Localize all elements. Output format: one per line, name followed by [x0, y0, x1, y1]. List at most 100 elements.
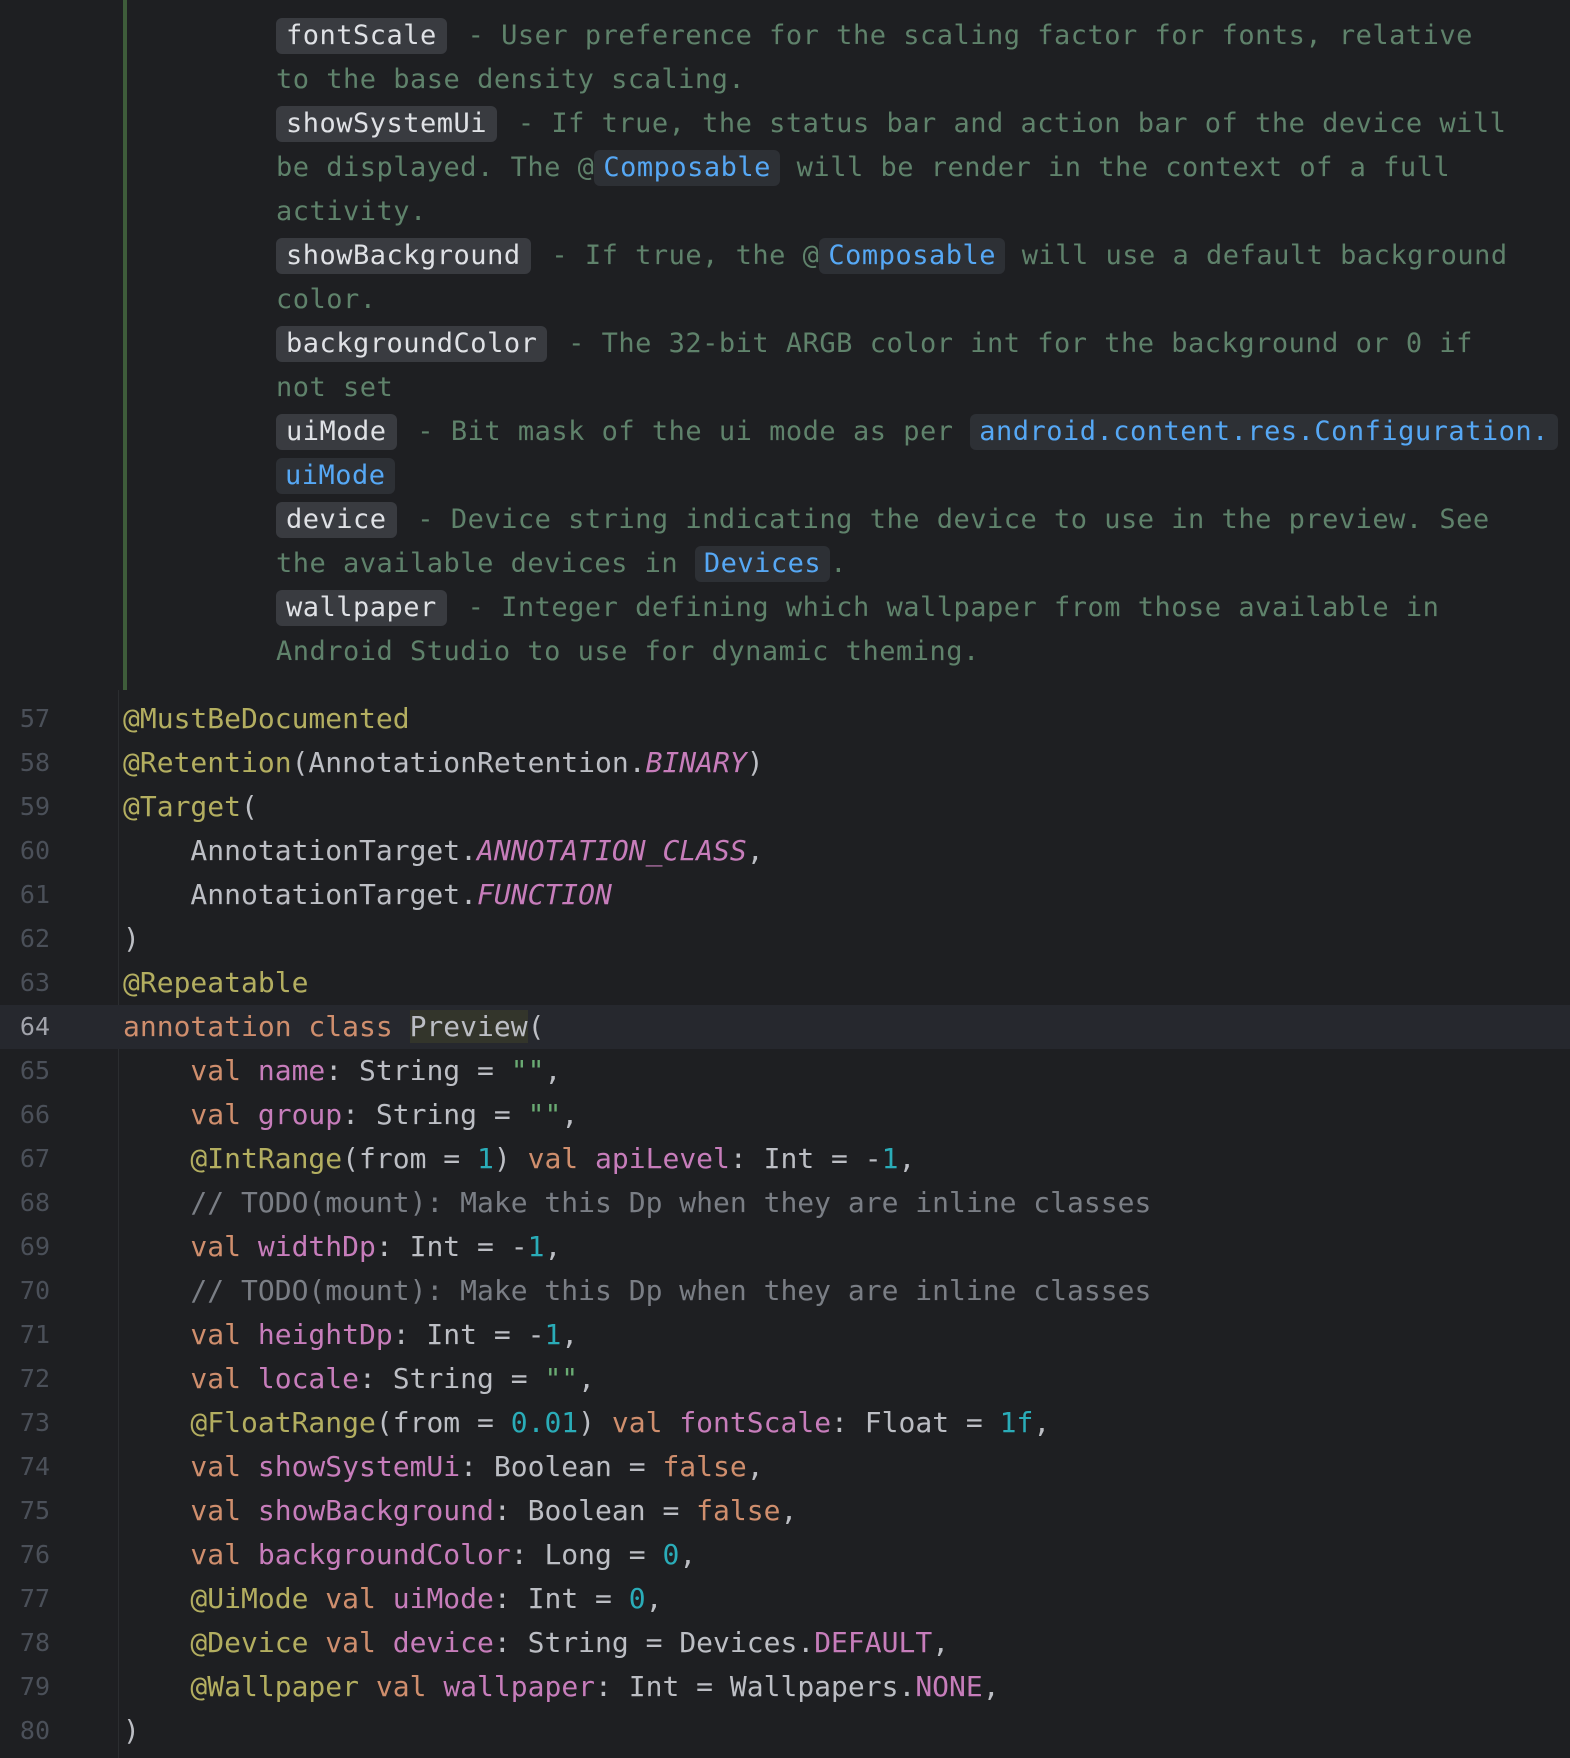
- code-text[interactable]: annotation class Preview(: [123, 1005, 544, 1049]
- line-number[interactable]: 61: [0, 873, 50, 917]
- code-text[interactable]: @IntRange(from = 1) val apiLevel: Int = …: [123, 1137, 915, 1181]
- code-line-69[interactable]: 69 val widthDp: Int = -1,: [0, 1225, 1570, 1269]
- code-text[interactable]: @FloatRange(from = 0.01) val fontScale: …: [123, 1401, 1050, 1445]
- token-plain: ,: [982, 1670, 1000, 1703]
- code-text[interactable]: val name: String = "",: [123, 1049, 561, 1093]
- code-text[interactable]: // TODO(mount): Make this Dp when they a…: [123, 1181, 1151, 1225]
- line-number[interactable]: 80: [0, 1709, 50, 1753]
- code-text[interactable]: val group: String = "",: [123, 1093, 578, 1137]
- code-line-71[interactable]: 71 val heightDp: Int = -1,: [0, 1313, 1570, 1357]
- token-plain: ): [123, 1714, 140, 1747]
- doc-text: color.: [276, 284, 377, 315]
- code-text[interactable]: val widthDp: Int = -1,: [123, 1225, 561, 1269]
- line-number[interactable]: 66: [0, 1093, 50, 1137]
- code-text[interactable]: val locale: String = "",: [123, 1357, 595, 1401]
- code-text[interactable]: ): [123, 1709, 140, 1753]
- line-number[interactable]: 79: [0, 1665, 50, 1709]
- token-plain: ,: [780, 1494, 798, 1527]
- doc-text: - Device string indicating the device to…: [400, 504, 1490, 535]
- line-number[interactable]: 64: [0, 1005, 50, 1049]
- line-number[interactable]: 71: [0, 1313, 50, 1357]
- code-text[interactable]: @Retention(AnnotationRetention.BINARY): [123, 741, 764, 785]
- line-number[interactable]: 60: [0, 829, 50, 873]
- token-plain: : Int = -: [729, 1142, 882, 1175]
- code-line-57[interactable]: 57 @MustBeDocumented: [0, 697, 1570, 741]
- token-plain: ): [123, 922, 140, 955]
- line-number[interactable]: 73: [0, 1401, 50, 1445]
- code-text[interactable]: @Repeatable: [123, 961, 308, 1005]
- token-num: 1: [544, 1318, 562, 1351]
- token-prop: heightDp: [257, 1318, 393, 1351]
- code-line-64[interactable]: 64 annotation class Preview(: [0, 1005, 1570, 1049]
- line-number[interactable]: 65: [0, 1049, 50, 1093]
- token-plain: ,: [1033, 1406, 1051, 1439]
- line-number[interactable]: 59: [0, 785, 50, 829]
- code-line-74[interactable]: 74 val showSystemUi: Boolean = false,: [0, 1445, 1570, 1489]
- doc-text: .: [830, 548, 847, 579]
- line-number[interactable]: 58: [0, 741, 50, 785]
- code-line-78[interactable]: 78 @Device val device: String = Devices.…: [0, 1621, 1570, 1665]
- doc-line-showSystemUi2: be displayed. The @ Composable will be re…: [276, 146, 1450, 190]
- line-number[interactable]: 67: [0, 1137, 50, 1181]
- code-text[interactable]: val showSystemUi: Boolean = false,: [123, 1445, 763, 1489]
- line-number[interactable]: 75: [0, 1489, 50, 1533]
- code-text[interactable]: @Wallpaper val wallpaper: Int = Wallpape…: [123, 1665, 1000, 1709]
- code-line-73[interactable]: 73 @FloatRange(from = 0.01) val fontScal…: [0, 1401, 1570, 1445]
- code-editor[interactable]: fontScale - User preference for the scal…: [0, 0, 1570, 1758]
- code-line-60[interactable]: 60 AnnotationTarget.ANNOTATION_CLASS,: [0, 829, 1570, 873]
- token-plain: ,: [898, 1142, 916, 1175]
- code-line-79[interactable]: 79 @Wallpaper val wallpaper: Int = Wallp…: [0, 1665, 1570, 1709]
- token-plain: AnnotationTarget.: [123, 834, 478, 867]
- line-number[interactable]: 69: [0, 1225, 50, 1269]
- doc-link[interactable]: android.content.res.Configuration.: [970, 414, 1558, 450]
- code-text[interactable]: val heightDp: Int = -1,: [123, 1313, 578, 1357]
- code-line-68[interactable]: 68 // TODO(mount): Make this Dp when the…: [0, 1181, 1570, 1225]
- token-prop: fontScale: [679, 1406, 832, 1439]
- line-number[interactable]: 62: [0, 917, 50, 961]
- code-line-77[interactable]: 77 @UiMode val uiMode: Int = 0,: [0, 1577, 1570, 1621]
- doc-link[interactable]: Composable: [819, 238, 1005, 274]
- code-text[interactable]: AnnotationTarget.ANNOTATION_CLASS,: [123, 829, 763, 873]
- code-text[interactable]: ): [123, 917, 140, 961]
- token-kw: val: [325, 1626, 393, 1659]
- doc-link[interactable]: Devices: [694, 546, 831, 582]
- code-text[interactable]: @UiMode val uiMode: Int = 0,: [123, 1577, 662, 1621]
- code-line-76[interactable]: 76 val backgroundColor: Long = 0,: [0, 1533, 1570, 1577]
- token-plain: ): [493, 1142, 528, 1175]
- line-number[interactable]: 78: [0, 1621, 50, 1665]
- doc-line-showSystemUi: showSystemUi - If true, the status bar a…: [276, 102, 1506, 146]
- line-number[interactable]: 63: [0, 961, 50, 1005]
- code-text[interactable]: val showBackground: Boolean = false,: [123, 1489, 797, 1533]
- code-text[interactable]: @Target(: [123, 785, 258, 829]
- code-line-58[interactable]: 58 @Retention(AnnotationRetention.BINARY): [0, 741, 1570, 785]
- token-kw: false: [662, 1450, 747, 1483]
- code-text[interactable]: // TODO(mount): Make this Dp when they a…: [123, 1269, 1151, 1313]
- code-line-59[interactable]: 59 @Target(: [0, 785, 1570, 829]
- code-line-75[interactable]: 75 val showBackground: Boolean = false,: [0, 1489, 1570, 1533]
- doc-link[interactable]: Composable: [594, 150, 780, 186]
- code-line-62[interactable]: 62): [0, 917, 1570, 961]
- token-kw: val: [123, 1450, 258, 1483]
- code-line-70[interactable]: 70 // TODO(mount): Make this Dp when the…: [0, 1269, 1570, 1313]
- code-line-67[interactable]: 67 @IntRange(from = 1) val apiLevel: Int…: [0, 1137, 1570, 1181]
- line-number[interactable]: 68: [0, 1181, 50, 1225]
- token-prop: apiLevel: [595, 1142, 730, 1175]
- code-line-65[interactable]: 65 val name: String = "",: [0, 1049, 1570, 1093]
- code-line-63[interactable]: 63 @Repeatable: [0, 961, 1570, 1005]
- line-number[interactable]: 72: [0, 1357, 50, 1401]
- code-text[interactable]: @MustBeDocumented: [123, 697, 410, 741]
- code-line-61[interactable]: 61 AnnotationTarget.FUNCTION: [0, 873, 1570, 917]
- token-cmt: // TODO(mount): Make this Dp when they a…: [123, 1274, 1152, 1307]
- line-number[interactable]: 74: [0, 1445, 50, 1489]
- code-line-80[interactable]: 80): [0, 1709, 1570, 1753]
- line-number[interactable]: 76: [0, 1533, 50, 1577]
- code-line-66[interactable]: 66 val group: String = "",: [0, 1093, 1570, 1137]
- line-number[interactable]: 70: [0, 1269, 50, 1313]
- line-number[interactable]: 77: [0, 1577, 50, 1621]
- doc-link[interactable]: uiMode: [276, 458, 395, 494]
- code-line-72[interactable]: 72 val locale: String = "",: [0, 1357, 1570, 1401]
- code-text[interactable]: val backgroundColor: Long = 0,: [123, 1533, 696, 1577]
- code-text[interactable]: @Device val device: String = Devices.DEF…: [123, 1621, 949, 1665]
- code-text[interactable]: AnnotationTarget.FUNCTION: [123, 873, 611, 917]
- line-number[interactable]: 57: [0, 697, 50, 741]
